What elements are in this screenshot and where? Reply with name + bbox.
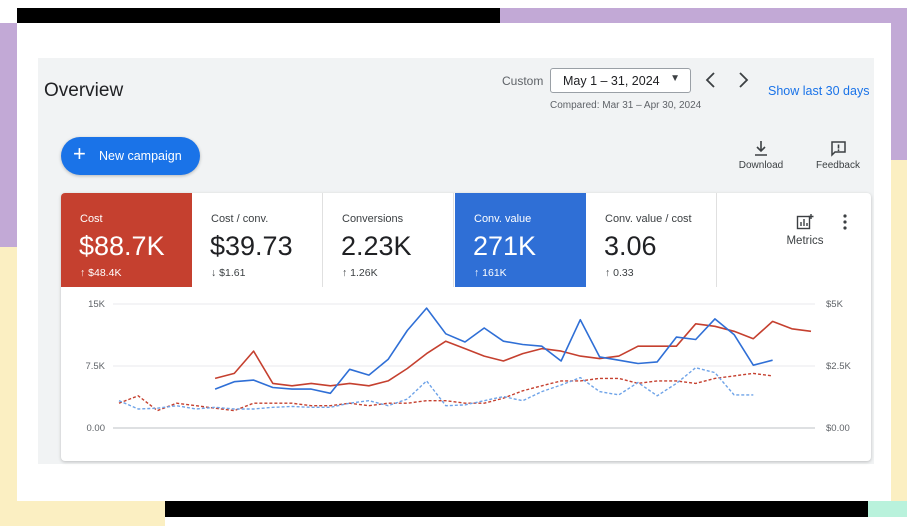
bg-mint-corner: [868, 501, 907, 517]
scorecard-conv-value-per-cost[interactable]: Conv. value / cost 3.06 ↑ 0.33: [586, 193, 717, 287]
scorecard-value: $39.73: [210, 231, 293, 261]
download-icon: [755, 141, 767, 156]
bg-lavender-top: [500, 8, 907, 24]
new-campaign-button[interactable]: + New campaign: [61, 137, 200, 175]
scorecard-name: Conv. value / cost: [605, 213, 692, 225]
chevron-down-icon: ▼: [670, 73, 680, 84]
new-campaign-label: New campaign: [99, 149, 182, 163]
date-range-select[interactable]: May 1 – 31, 2024 ▼: [550, 68, 691, 93]
date-range-value: May 1 – 31, 2024: [563, 74, 660, 88]
feedback-icon: [830, 141, 846, 157]
performance-line-chart: 15K $5K 7.5K $2.5K 0.00 $0.00: [85, 299, 851, 434]
series-line-0: [214, 320, 812, 387]
scorecard-conversions[interactable]: Conversions 2.23K ↑ 1.26K: [323, 193, 454, 287]
compared-range: Compared: Mar 31 – Apr 30, 2024: [550, 100, 702, 111]
bg-yellow-bottom: [0, 501, 165, 526]
scorecard-cost-per-conv[interactable]: Cost / conv. $39.73 ↓ $1.61: [192, 193, 323, 287]
download-label: Download: [738, 160, 784, 171]
scorecard-name: Cost: [80, 213, 103, 225]
scorecard-value: 3.06: [604, 231, 657, 261]
bg-black-top: [17, 8, 500, 24]
chevron-left-icon[interactable]: [703, 70, 719, 90]
scorecard-delta: ↓ $1.61: [211, 267, 246, 279]
chart-grid: [113, 303, 815, 429]
scorecard-value: $88.7K: [79, 231, 165, 261]
y-left-tick-label: 7.5K: [85, 361, 105, 372]
chevron-right-icon[interactable]: [735, 70, 751, 90]
y-right-tick-label: $0.00: [826, 423, 850, 434]
series-line-3: [118, 367, 754, 410]
scorecard-cost[interactable]: Cost $88.7K ↑ $48.4K: [61, 193, 192, 287]
scorecard-value: 2.23K: [341, 231, 412, 261]
y-right-tick-label: $2.5K: [826, 361, 851, 372]
more-vert-icon[interactable]: [839, 213, 851, 231]
bg-yellow-right: [891, 160, 907, 501]
scorecard-name: Conversions: [342, 213, 404, 225]
download-button[interactable]: Download: [731, 140, 791, 171]
y-left-tick-label: 15K: [88, 299, 106, 310]
scorecard-delta: ↑ 0.33: [605, 267, 634, 279]
y-left-tick-label: 0.00: [87, 423, 106, 434]
scorecard-name: Cost / conv.: [211, 213, 269, 225]
metrics-icon: [796, 214, 814, 230]
plus-icon: +: [73, 141, 86, 166]
bg-lavender-right: [891, 23, 907, 160]
feedback-button[interactable]: Feedback: [808, 140, 868, 171]
metrics-button[interactable]: Metrics: [773, 213, 837, 247]
page-title: Overview: [44, 80, 124, 101]
scorecard-delta: ↑ 1.26K: [342, 267, 378, 279]
bg-yellow-left: [0, 247, 17, 526]
performance-card: Cost $88.7K ↑ $48.4K Cost / conv. $39.73…: [61, 193, 871, 461]
scorecard-value: 271K: [473, 231, 537, 261]
scorecard-name: Conv. value: [474, 213, 532, 225]
scorecard-delta: ↑ 161K: [474, 267, 507, 279]
bg-lavender-left: [0, 23, 17, 247]
metrics-label: Metrics: [786, 235, 824, 247]
series-line-1: [214, 307, 773, 395]
scorecard-delta: ↑ $48.4K: [80, 267, 122, 279]
y-right-tick-label: $5K: [826, 299, 844, 310]
bg-black-bottom: [165, 501, 868, 517]
custom-label: Custom: [502, 74, 544, 88]
show-last-30-days-link[interactable]: Show last 30 days: [768, 84, 869, 98]
scorecard-conv-value[interactable]: Conv. value 271K ↑ 161K: [455, 193, 586, 287]
chart-series: [118, 307, 812, 412]
feedback-label: Feedback: [816, 160, 860, 171]
